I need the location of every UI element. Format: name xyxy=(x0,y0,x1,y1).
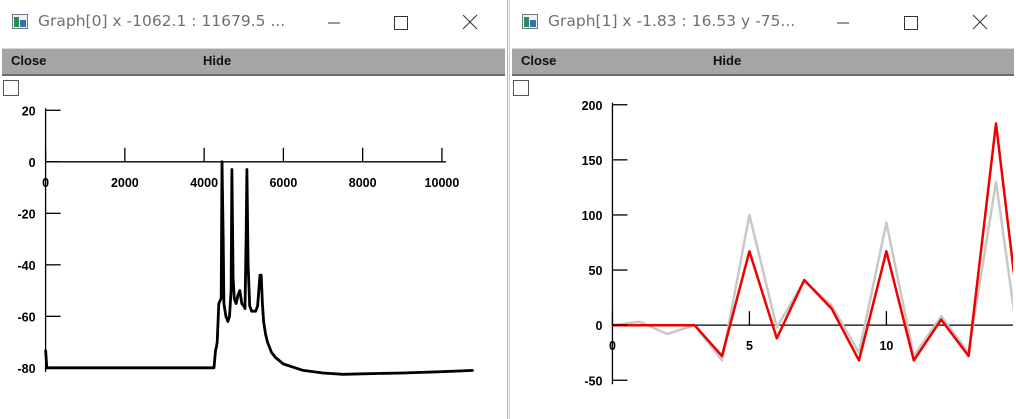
x-tick-label: 0 xyxy=(42,176,49,190)
x-tick-label: 2000 xyxy=(111,176,139,190)
x-tick-label: 10 xyxy=(879,339,893,353)
y-tick-label: -40 xyxy=(18,259,36,273)
x-tick-label: 5 xyxy=(746,339,753,353)
hide-graph-button[interactable]: Hide xyxy=(203,53,231,68)
y-tick-label: 200 xyxy=(582,99,603,113)
title-bar[interactable]: Graph[1] x -1.83 : 16.53 y -75... xyxy=(510,0,1016,45)
hide-graph-button[interactable]: Hide xyxy=(713,53,741,68)
close-icon xyxy=(462,14,478,30)
app-icon xyxy=(522,14,538,29)
y-tick-label: 150 xyxy=(582,154,603,168)
close-graph-button[interactable]: Close xyxy=(11,53,46,68)
y-tick-label: -80 xyxy=(18,362,36,376)
chart-0: 0 2000 4000 6000 8000 10000 20 0 -20 -40 -60 -80 xyxy=(3,80,474,376)
chart-1: 051015200150100500-50 xyxy=(513,80,1013,388)
maximize-button[interactable] xyxy=(384,10,416,36)
y-tick-label: 0 xyxy=(595,319,602,333)
x-tick-label: 0 xyxy=(609,339,616,353)
minimize-button[interactable] xyxy=(318,10,350,36)
graph-window-1: Graph[1] x -1.83 : 16.53 y -75... Close … xyxy=(509,0,1016,419)
maximize-icon xyxy=(394,16,408,30)
series-line-0 xyxy=(612,180,1013,362)
x-tick-label: 10000 xyxy=(425,176,460,190)
x-tick-label: 4000 xyxy=(190,176,218,190)
plot-area[interactable]: 051015200150100500-50 xyxy=(512,78,1014,417)
minimize-icon xyxy=(837,22,849,24)
maximize-button[interactable] xyxy=(894,10,926,36)
close-graph-button[interactable]: Close xyxy=(521,53,556,68)
x-tick-label: 6000 xyxy=(269,176,297,190)
close-window-button[interactable] xyxy=(964,10,996,36)
y-tick-label: -50 xyxy=(584,374,602,388)
app-icon xyxy=(12,14,28,29)
minimize-button[interactable] xyxy=(827,10,859,36)
series-line-0 xyxy=(44,160,474,376)
window-title: Graph[1] x -1.83 : 16.53 y -75... xyxy=(548,12,796,30)
minimize-icon xyxy=(328,22,340,24)
y-tick-label: 50 xyxy=(589,264,603,278)
y-tick-label: 20 xyxy=(22,104,36,118)
graph-toolbar: Close Hide xyxy=(512,48,1014,76)
y-tick-label: -60 xyxy=(18,310,36,324)
x-tick-label: 8000 xyxy=(349,176,377,190)
title-bar[interactable]: Graph[0] x -1062.1 : 11679.5 ... xyxy=(0,0,507,45)
plot-area[interactable]: 0 2000 4000 6000 8000 10000 20 0 -20 -40 -60 -80 xyxy=(2,78,505,417)
graph-toolbar: Close Hide xyxy=(2,48,505,76)
corner-checkbox xyxy=(513,80,529,96)
graph-window-0: Graph[0] x -1062.1 : 11679.5 ... Close H… xyxy=(0,0,508,419)
maximize-icon xyxy=(904,16,918,30)
y-tick-label: -20 xyxy=(18,207,36,221)
y-tick-label: 0 xyxy=(29,156,36,170)
close-icon xyxy=(972,14,988,30)
corner-checkbox xyxy=(3,80,19,96)
y-tick-label: 100 xyxy=(582,209,603,223)
close-window-button[interactable] xyxy=(454,10,486,36)
window-title: Graph[0] x -1062.1 : 11679.5 ... xyxy=(38,12,286,30)
